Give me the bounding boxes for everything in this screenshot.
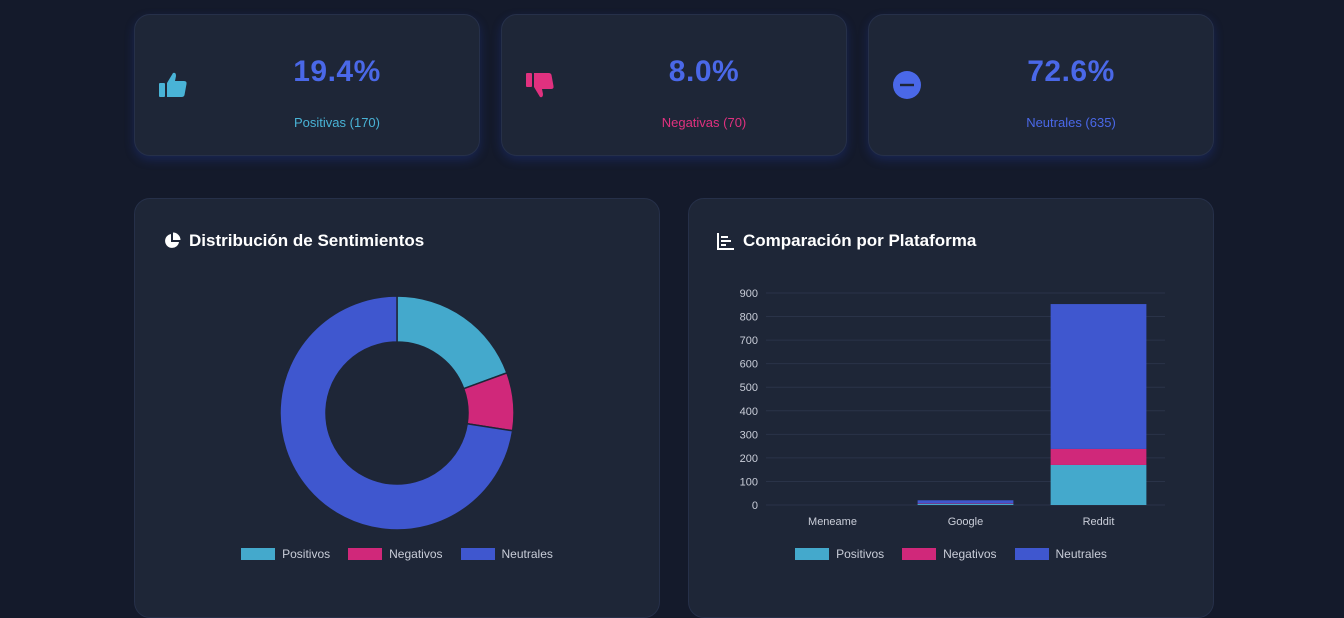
y-tick-label-8: 800 xyxy=(740,312,758,324)
bar-reddit-negativos[interactable] xyxy=(1051,449,1147,465)
pie-chart-icon xyxy=(163,232,181,250)
y-tick-label-9: 900 xyxy=(740,288,758,300)
stat-value-neutral: 72.6% xyxy=(929,55,1213,89)
donut-legend-item-0[interactable]: Positivos xyxy=(241,547,330,561)
x-tick-label-1: Google xyxy=(948,516,983,528)
donut-legend-label-2: Neutrales xyxy=(502,547,553,561)
bar-legend-swatch-1 xyxy=(902,548,936,560)
donut-legend-swatch-0 xyxy=(241,548,275,560)
stat-label-positive: Positivas (170) xyxy=(195,115,479,130)
bar-reddit-neutrales[interactable] xyxy=(1051,304,1147,449)
platform-comparison-panel: Comparación por Plataforma 0100200300400… xyxy=(688,198,1214,618)
y-tick-label-2: 200 xyxy=(740,453,758,465)
bar-legend-label-2: Neutrales xyxy=(1056,547,1107,561)
bar-legend-swatch-0 xyxy=(795,548,829,560)
stat-label-negative: Negativas (70) xyxy=(562,115,846,130)
stat-card-positive: 19.4% Positivas (170) xyxy=(134,14,480,156)
stat-value-negative: 8.0% xyxy=(562,55,846,89)
bar-legend-swatch-2 xyxy=(1015,548,1049,560)
bar-reddit-positivos[interactable] xyxy=(1051,465,1147,505)
stat-card-negative: 8.0% Negativas (70) xyxy=(501,14,847,156)
sentiment-distribution-panel: Distribución de Sentimientos Positivos Ne… xyxy=(134,198,660,618)
bar-google-positivos[interactable] xyxy=(918,504,1014,505)
stat-value-positive: 19.4% xyxy=(195,55,479,89)
donut-legend-label-0: Positivos xyxy=(282,547,330,561)
donut-legend-item-2[interactable]: Neutrales xyxy=(461,547,553,561)
bar-legend-item-2[interactable]: Neutrales xyxy=(1015,547,1107,561)
y-tick-label-4: 400 xyxy=(740,406,758,418)
donut-legend-swatch-1 xyxy=(348,548,382,560)
bar-legend-item-1[interactable]: Negativos xyxy=(902,547,996,561)
stacked-bar-chart: 0 100 200 300 400 500 600 700 800 900 Meneame Googl… xyxy=(689,199,1215,539)
y-tick-label-7: 700 xyxy=(740,335,758,347)
donut-legend-item-1[interactable]: Negativos xyxy=(348,547,442,561)
y-tick-label-5: 500 xyxy=(740,382,758,394)
stat-card-neutral: 72.6% Neutrales (635) xyxy=(868,14,1214,156)
bar-legend-item-0[interactable]: Positivos xyxy=(795,547,884,561)
donut-legend-label-1: Negativos xyxy=(389,547,442,561)
thumbs-down-icon xyxy=(524,69,556,101)
bar-legend-label-1: Negativos xyxy=(943,547,996,561)
y-tick-label-1: 100 xyxy=(740,476,758,488)
thumbs-up-icon xyxy=(157,69,189,101)
donut-chart xyxy=(135,259,661,559)
stat-label-neutral: Neutrales (635) xyxy=(929,115,1213,130)
bar-legend: Positivos Negativos Neutrales xyxy=(689,547,1213,561)
y-tick-label-6: 600 xyxy=(740,359,758,371)
x-tick-label-2: Reddit xyxy=(1083,516,1115,528)
donut-legend: Positivos Negativos Neutrales xyxy=(135,547,659,561)
y-tick-label-3: 300 xyxy=(740,429,758,441)
bar-google-neutrales[interactable] xyxy=(918,500,1014,503)
donut-slice-positivos[interactable] xyxy=(397,296,507,389)
minus-circle-icon xyxy=(891,69,923,101)
donut-chart-title: Distribución de Sentimientos xyxy=(189,231,424,251)
donut-legend-swatch-2 xyxy=(461,548,495,560)
x-tick-label-0: Meneame xyxy=(808,516,857,528)
bar-legend-label-0: Positivos xyxy=(836,547,884,561)
y-tick-label-0: 0 xyxy=(752,500,758,512)
